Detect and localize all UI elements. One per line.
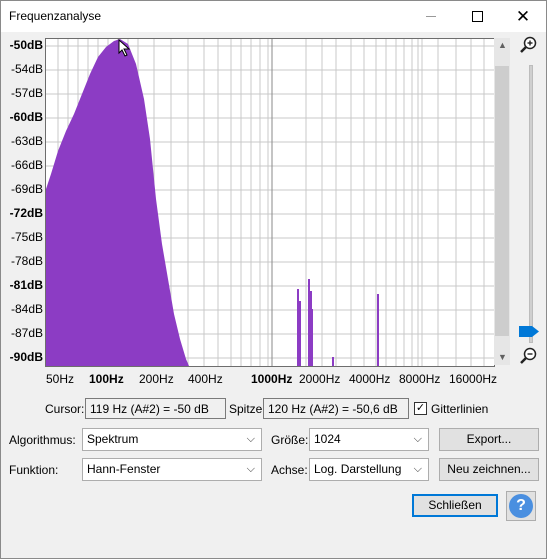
window-title: Frequenzanalyse [9, 9, 102, 23]
algorithm-select[interactable]: Spektrum ⌵ [82, 428, 262, 451]
redraw-button[interactable]: Neu zeichnen... [439, 458, 539, 481]
chevron-down-icon: ⌵ [413, 463, 422, 475]
x-tick-label: 8000Hz [399, 372, 441, 386]
algorithm-label: Algorithmus: [9, 433, 76, 447]
y-tick-label: -78dB [10, 254, 43, 268]
axis-select[interactable]: Log. Darstellung ⌵ [309, 458, 429, 481]
chevron-down-icon: ⌵ [246, 433, 255, 445]
y-tick-label: -60dB [9, 110, 43, 124]
function-label: Funktion: [9, 463, 59, 477]
size-label: Größe: [271, 433, 309, 447]
y-tick-label: -66dB [10, 158, 43, 172]
x-tick-label: 400Hz [188, 372, 223, 386]
frequency-analysis-window: Frequenzanalyse ✕ -50dB -54dB -57dB -60dB -6… [0, 0, 547, 559]
grid-lines-label: Gitterlinien [431, 402, 489, 416]
scroll-thumb[interactable] [495, 66, 509, 336]
scroll-down-arrow-icon[interactable]: ▼ [498, 352, 507, 362]
close-icon: ✕ [515, 7, 531, 26]
cursor-value: 119 Hz (A#2) = -50 dB [85, 398, 226, 419]
y-tick-label: -75dB [10, 230, 43, 244]
axis-label: Achse: [271, 463, 308, 477]
y-tick-label: -90dB [9, 350, 43, 364]
y-tick-label: -63dB [10, 134, 43, 148]
chevron-down-icon: ⌵ [246, 463, 255, 475]
x-tick-label: 16000Hz [449, 372, 498, 386]
spectrum-plot[interactable] [45, 38, 495, 367]
chevron-down-icon: ⌵ [413, 433, 422, 445]
spectrum-spikes [297, 279, 379, 366]
peak-label: Spitze: [229, 402, 266, 416]
y-tick-label: -57dB [10, 86, 43, 100]
spectrum-graph [46, 39, 494, 366]
y-tick-label: -84dB [10, 302, 43, 316]
function-select[interactable]: Hann-Fenster ⌵ [82, 458, 262, 481]
mouse-cursor-icon [118, 39, 131, 57]
help-icon: ? [509, 494, 533, 518]
zoom-slider-track[interactable] [529, 65, 533, 343]
maximize-icon [471, 11, 483, 22]
close-window-button[interactable]: ✕ [500, 1, 546, 32]
cursor-label: Cursor: [45, 402, 85, 416]
peak-value: 120 Hz (A#2) = -50,6 dB [263, 398, 409, 419]
function-value: Hann-Fenster [87, 462, 161, 476]
minimize-icon [426, 16, 436, 17]
x-tick-label: 100Hz [89, 372, 124, 386]
y-tick-label: -69dB [10, 182, 43, 196]
axis-value: Log. Darstellung [314, 462, 402, 476]
y-tick-label: -54dB [10, 62, 43, 76]
maximize-button[interactable] [454, 1, 500, 32]
x-tick-label: 1000Hz [251, 372, 293, 386]
x-tick-label: 200Hz [139, 372, 174, 386]
spectrum-fill [46, 39, 189, 366]
y-tick-label: -50dB [9, 38, 43, 52]
vertical-scrollbar[interactable]: ▲ ▼ [494, 38, 510, 365]
title-bar: Frequenzanalyse ✕ [1, 1, 546, 32]
export-button[interactable]: Export... [439, 428, 539, 451]
y-tick-label: -81dB [9, 278, 43, 292]
close-dialog-button[interactable]: Schließen [412, 494, 498, 517]
x-tick-label: 50Hz [46, 372, 75, 386]
size-select[interactable]: 1024 ⌵ [309, 428, 429, 451]
x-tick-label: 4000Hz [349, 372, 391, 386]
zoom-slider-thumb[interactable] [519, 326, 539, 337]
zoom-out-icon[interactable] [519, 346, 539, 366]
scroll-up-arrow-icon[interactable]: ▲ [498, 40, 507, 50]
grid-lines-checkbox[interactable]: ✓ [414, 402, 427, 415]
size-value: 1024 [314, 432, 341, 446]
x-tick-label: 2000Hz [299, 372, 341, 386]
zoom-in-icon[interactable] [519, 35, 539, 55]
algorithm-value: Spektrum [87, 432, 139, 446]
minimize-button[interactable] [408, 1, 454, 32]
y-tick-label: -72dB [9, 206, 43, 220]
y-tick-label: -87dB [10, 326, 43, 340]
